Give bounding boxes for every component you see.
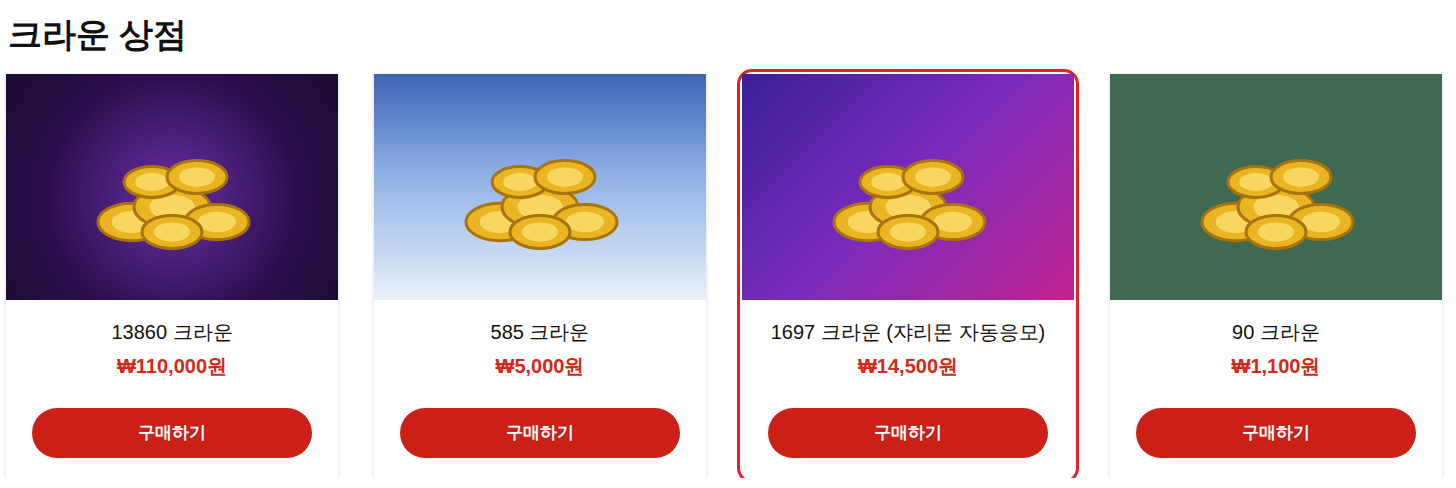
product-card[interactable]: 90 크라운 ₩1,100원구매하기 xyxy=(1110,74,1442,478)
product-name: 1697 크라운 (쟈리몬 자동응모) xyxy=(752,318,1064,346)
coins-icon xyxy=(72,112,272,262)
product-image xyxy=(742,74,1074,300)
product-price: ₩14,500원 xyxy=(752,352,1064,380)
buy-button[interactable]: 구매하기 xyxy=(400,408,680,458)
coins-icon xyxy=(440,112,640,262)
buy-button[interactable]: 구매하기 xyxy=(1136,408,1416,458)
product-image xyxy=(6,74,338,300)
product-image xyxy=(1110,74,1442,300)
page-title: 크라운 상점 xyxy=(8,10,1450,58)
product-name: 90 크라운 xyxy=(1120,318,1432,346)
coins-icon xyxy=(808,112,1008,262)
product-card[interactable]: 13860 크라운 ₩110,000원구매하기 xyxy=(6,74,338,478)
product-name: 13860 크라운 xyxy=(16,318,328,346)
product-card[interactable]: 585 크라운 ₩5,000원구매하기 xyxy=(374,74,706,478)
product-image xyxy=(374,74,706,300)
coins-icon xyxy=(1176,112,1376,262)
shop-page: 크라운 상점 13860 크라운 ₩110,000원구매하기 585 크라운 ₩5,0… xyxy=(0,0,1456,478)
product-name: 585 크라운 xyxy=(384,318,696,346)
buy-button[interactable]: 구매하기 xyxy=(32,408,312,458)
product-price: ₩110,000원 xyxy=(16,352,328,380)
product-card[interactable]: 1697 크라운 (쟈리몬 자동응모) ₩14,500원구매하기 xyxy=(742,74,1074,478)
product-price: ₩1,100원 xyxy=(1120,352,1432,380)
product-list: 13860 크라운 ₩110,000원구매하기 585 크라운 ₩5,000원구매하기… xyxy=(6,74,1450,478)
product-price: ₩5,000원 xyxy=(384,352,696,380)
buy-button[interactable]: 구매하기 xyxy=(768,408,1048,458)
